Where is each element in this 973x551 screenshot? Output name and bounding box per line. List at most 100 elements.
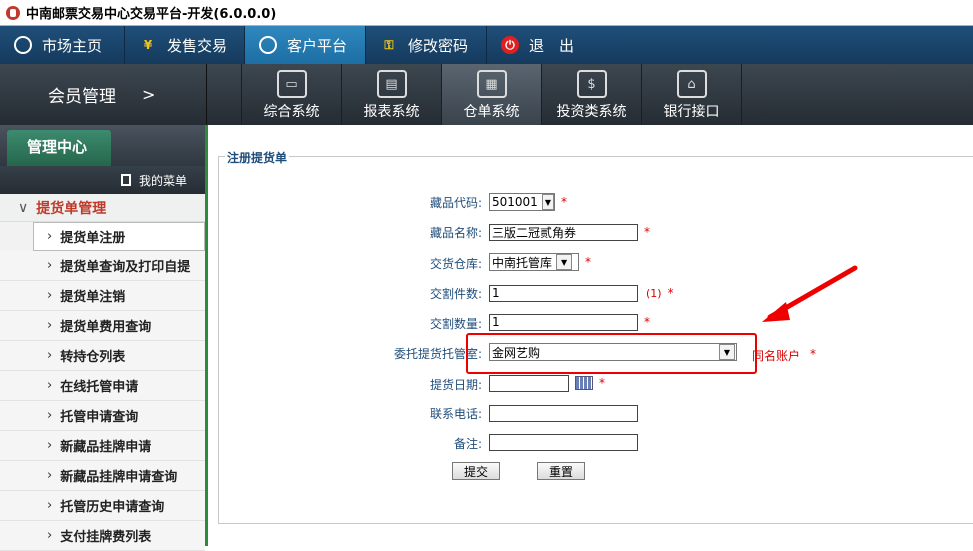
code-label: 藏品代码: [429, 196, 482, 210]
tab-label: 修改密码 [408, 36, 469, 55]
reset-button[interactable]: 重置 [537, 462, 585, 480]
system-navigation: 会员管理 > ▭ 综合系统 ▤ 报表系统 ▦ 仓单系统 $ 投资类系统 ⌂ 银行… [0, 64, 973, 125]
required-mark: * [599, 376, 605, 390]
warehouse-label: 交货仓库: [429, 257, 482, 271]
system-integrated[interactable]: ▭ 综合系统 [242, 64, 342, 125]
window-title: 中南邮票交易中心交易平台-开发(6.0.0.0) [26, 7, 277, 22]
system-bank-interface[interactable]: ⌂ 银行接口 [642, 64, 742, 125]
my-menu-button[interactable]: 我的菜单 [0, 166, 205, 194]
invest-icon: $ [576, 70, 607, 98]
sidebar-item-pickup-register[interactable]: › 提货单注册 [33, 222, 205, 251]
sidebar-item-position-transfer[interactable]: › 转持仓列表 [0, 341, 205, 371]
required-mark: * [810, 347, 816, 361]
tab-label: 退 出 [529, 36, 575, 55]
sidebar-item-label: 托管申请查询 [60, 410, 139, 425]
sidebar-item-online-custody[interactable]: › 在线托管申请 [0, 371, 205, 401]
highlight-box [466, 333, 757, 374]
pieces-hint: (1) [646, 286, 662, 300]
calendar-icon[interactable] [575, 376, 593, 390]
sidebar-item-new-listing[interactable]: › 新藏品挂牌申请 [0, 431, 205, 461]
sidebar-item-pickup-fee-query[interactable]: › 提货单费用查询 [0, 311, 205, 341]
sidebar-item-new-listing-query[interactable]: › 新藏品挂牌申请查询 [0, 461, 205, 491]
sidebar-item-label: 提货单查询及打印自提 [60, 260, 191, 275]
tab-logout[interactable]: ⏻ 退 出 [487, 26, 607, 64]
chevron-right-icon: > [142, 85, 156, 104]
window-titlebar: 中南邮票交易中心交易平台-开发(6.0.0.0) [0, 0, 973, 26]
tab-sale-trade[interactable]: ¥ 发售交易 [125, 26, 245, 64]
sidebar-item-label: 托管历史申请查询 [60, 500, 165, 515]
sidebar-item-label: 提货单费用查询 [60, 320, 152, 335]
system-label: 综合系统 [263, 104, 320, 120]
remark-label: 备注: [453, 437, 482, 451]
required-mark: * [667, 286, 674, 300]
chevron-right-icon: › [47, 408, 53, 423]
date-label: 提货日期: [429, 378, 482, 392]
code-select-value: 501001 [492, 195, 538, 209]
warehouse-select-value: 中南托管库 [492, 255, 553, 270]
system-warehouse[interactable]: ▦ 仓单系统 [442, 64, 542, 125]
monitors-icon: ▭ [276, 70, 307, 98]
chevron-right-icon: › [47, 498, 53, 513]
sidebar-item-label: 新藏品挂牌申请查询 [60, 470, 178, 485]
pieces-input[interactable] [489, 284, 638, 302]
code-row: 501001 ▼ * [489, 191, 567, 213]
pieces-row: (1) * [489, 282, 674, 304]
required-mark: * [644, 315, 650, 329]
phone-row [489, 402, 638, 424]
sidebar-group-pickup-management[interactable]: ∨ 提货单管理 [0, 194, 205, 222]
tab-change-password[interactable]: ⚿ 修改密码 [366, 26, 487, 64]
sidebar-item-label: 提货单注销 [60, 290, 126, 305]
sidebar-item-label: 支付挂牌费列表 [60, 530, 152, 545]
phone-label: 联系电话: [429, 407, 482, 421]
code-select[interactable]: 501001 ▼ [489, 193, 555, 211]
quantity-input[interactable] [489, 313, 638, 331]
system-label: 报表系统 [363, 104, 420, 120]
sidebar-item-pickup-cancel[interactable]: › 提货单注销 [0, 281, 205, 311]
app-logo-icon [6, 5, 20, 20]
quantity-label: 交割数量: [429, 317, 482, 331]
report-icon: ▤ [376, 70, 407, 98]
required-mark: * [585, 255, 591, 269]
member-label: 会员管理 [48, 87, 116, 107]
system-report[interactable]: ▤ 报表系统 [342, 64, 442, 125]
top-navigation: 市场主页 ¥ 发售交易 客户平台 ⚿ 修改密码 ⏻ 退 出 [0, 26, 973, 64]
name-input[interactable] [489, 223, 638, 241]
same-name-account-note: 同名账户 [752, 349, 801, 363]
tab-market-home[interactable]: 市场主页 [0, 26, 125, 64]
tab-label: 发售交易 [167, 36, 228, 55]
member-management-button[interactable]: 会员管理 > [0, 64, 207, 125]
warehouse-select[interactable]: 中南托管库 ▼ [489, 253, 579, 271]
tab-label: 客户平台 [287, 36, 348, 55]
system-label: 银行接口 [663, 104, 720, 120]
sidebar-item-listing-fee[interactable]: › 支付挂牌费列表 [0, 521, 205, 551]
sidebar-item-label: 在线托管申请 [60, 380, 139, 395]
sidebar: 管理中心 我的菜单 ∨ 提货单管理 › 提货单注册 › 提货单查询及打印自提 ›… [0, 125, 208, 551]
yen-icon: ¥ [143, 38, 153, 52]
system-label: 投资类系统 [556, 104, 627, 120]
sidebar-item-custody-query[interactable]: › 托管申请查询 [0, 401, 205, 431]
sidebar-item-label: 新藏品挂牌申请 [60, 440, 152, 455]
chevron-down-icon: ▼ [541, 194, 554, 210]
tab-client-platform[interactable]: 客户平台 [245, 26, 366, 64]
sidebar-item-label: 转持仓列表 [60, 350, 126, 365]
sidebar-item-custody-history[interactable]: › 托管历史申请查询 [0, 491, 205, 521]
my-menu-label: 我的菜单 [138, 173, 187, 188]
system-investment[interactable]: $ 投资类系统 [542, 64, 642, 125]
chevron-down-icon: ▼ [556, 254, 573, 270]
phone-input[interactable] [489, 404, 638, 422]
submit-button[interactable]: 提交 [452, 462, 500, 480]
warehouse-icon: ▦ [476, 70, 507, 98]
red-arrow-icon [762, 265, 858, 322]
sidebar-header: 管理中心 [0, 125, 205, 166]
date-input[interactable] [489, 374, 569, 392]
chevron-right-icon: › [47, 468, 53, 483]
remark-input[interactable] [489, 433, 638, 451]
key-icon: ⚿ [384, 37, 394, 52]
bank-icon: ⌂ [676, 70, 707, 98]
custodian-label: 委托提货托管室: [393, 347, 482, 361]
sidebar-item-pickup-query-print[interactable]: › 提货单查询及打印自提 [0, 251, 205, 281]
quantity-row: * [489, 311, 650, 333]
chevron-right-icon: › [47, 318, 53, 333]
chevron-right-icon: › [47, 378, 53, 393]
management-center-tab[interactable]: 管理中心 [7, 130, 111, 166]
